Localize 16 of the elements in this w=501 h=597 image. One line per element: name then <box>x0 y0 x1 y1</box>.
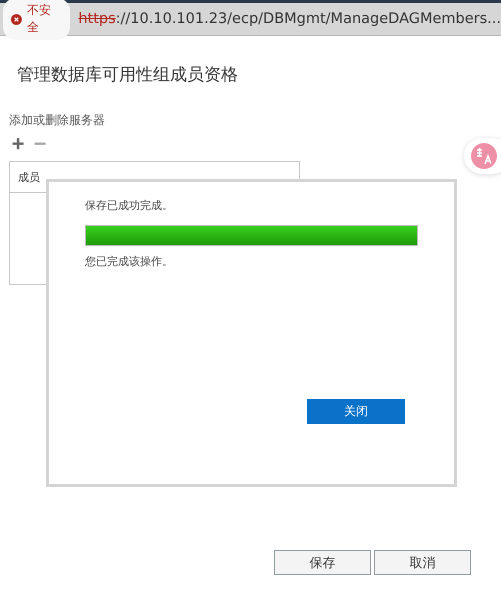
url-text[interactable]: ://10.10.101.23/ecp/DBMgmt/ManageDAGMembers... <box>116 11 501 27</box>
footer-button[interactable]: 取消 <box>374 550 471 575</box>
security-label: 不安全 <box>26 2 52 36</box>
warning-icon <box>11 14 22 24</box>
translate-icon <box>471 143 497 169</box>
add-button[interactable]: + <box>9 133 27 155</box>
url-scheme[interactable]: https <box>78 11 116 27</box>
footer-button[interactable]: 保存 <box>274 550 371 575</box>
detail-message: 您已完成该操作。 <box>85 254 174 269</box>
section-label: 添加或删除服务器 <box>9 112 106 129</box>
status-message: 保存已成功完成。 <box>85 198 174 213</box>
column-header[interactable]: 成员 <box>18 170 40 184</box>
security-badge[interactable]: 不安全 <box>3 0 70 40</box>
page-title: 管理数据库可用性组成员资格 <box>17 64 239 86</box>
translate-button[interactable] <box>464 138 501 174</box>
close-button[interactable]: 关闭 <box>307 399 405 424</box>
